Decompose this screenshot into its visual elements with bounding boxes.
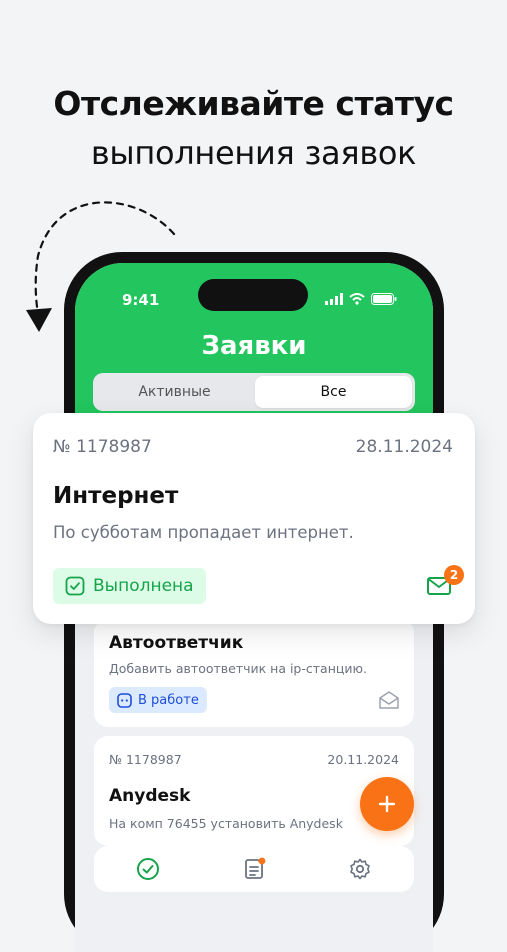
headline-line-2: выполнения заявок (90, 134, 417, 172)
screen-title: Заявки (201, 331, 307, 361)
dynamic-island (198, 279, 308, 311)
envelope-open-icon[interactable] (379, 691, 399, 709)
check-square-icon (65, 576, 85, 596)
headline-line-1: Отслеживайте статус (53, 84, 454, 123)
notes-icon (245, 857, 266, 879)
status-label: В работе (138, 692, 199, 708)
message-count-badge: 2 (444, 565, 464, 585)
status-badge-done: Выполнена (53, 568, 206, 604)
bottom-navigation (94, 846, 414, 892)
request-date: 20.11.2024 (327, 752, 399, 767)
add-request-button[interactable] (360, 777, 414, 831)
request-number: № 1178987 (109, 752, 182, 767)
signal-icon (325, 293, 343, 305)
plus-icon (378, 795, 396, 813)
nav-settings[interactable] (346, 855, 374, 883)
request-number: № 1178987 (53, 437, 152, 457)
request-title: Интернет (53, 483, 179, 509)
gear-icon (350, 858, 370, 880)
status-badge-in-work: В работе (109, 687, 207, 713)
check-circle-icon (137, 858, 159, 880)
request-date: 28.11.2024 (355, 437, 453, 457)
status-label: Выполнена (93, 576, 194, 596)
tab-active[interactable]: Активные (96, 376, 253, 408)
status-time: 9:41 (122, 291, 160, 309)
nav-requests[interactable] (134, 855, 162, 883)
nav-notes[interactable] (240, 855, 268, 883)
chat-square-icon (117, 692, 132, 708)
request-description: По субботам пропадает интернет. (53, 523, 354, 542)
request-description: Добавить автоответчик на ip-станцию. (109, 661, 367, 676)
tab-all[interactable]: Все (255, 376, 412, 408)
featured-request-card[interactable]: № 1178987 28.11.2024 Интернет По суббота… (33, 413, 475, 624)
request-description: На комп 76455 установить Anydesk (109, 816, 343, 831)
tab-switcher: Активные Все (93, 373, 415, 411)
battery-icon (371, 293, 397, 305)
request-title: Автоответчик (109, 633, 244, 653)
request-title: Anydesk (109, 786, 191, 806)
status-icons (325, 293, 397, 305)
wifi-icon (349, 293, 365, 305)
request-card-autoanswer[interactable]: Автоответчик Добавить автоответчик на ip… (94, 619, 414, 727)
